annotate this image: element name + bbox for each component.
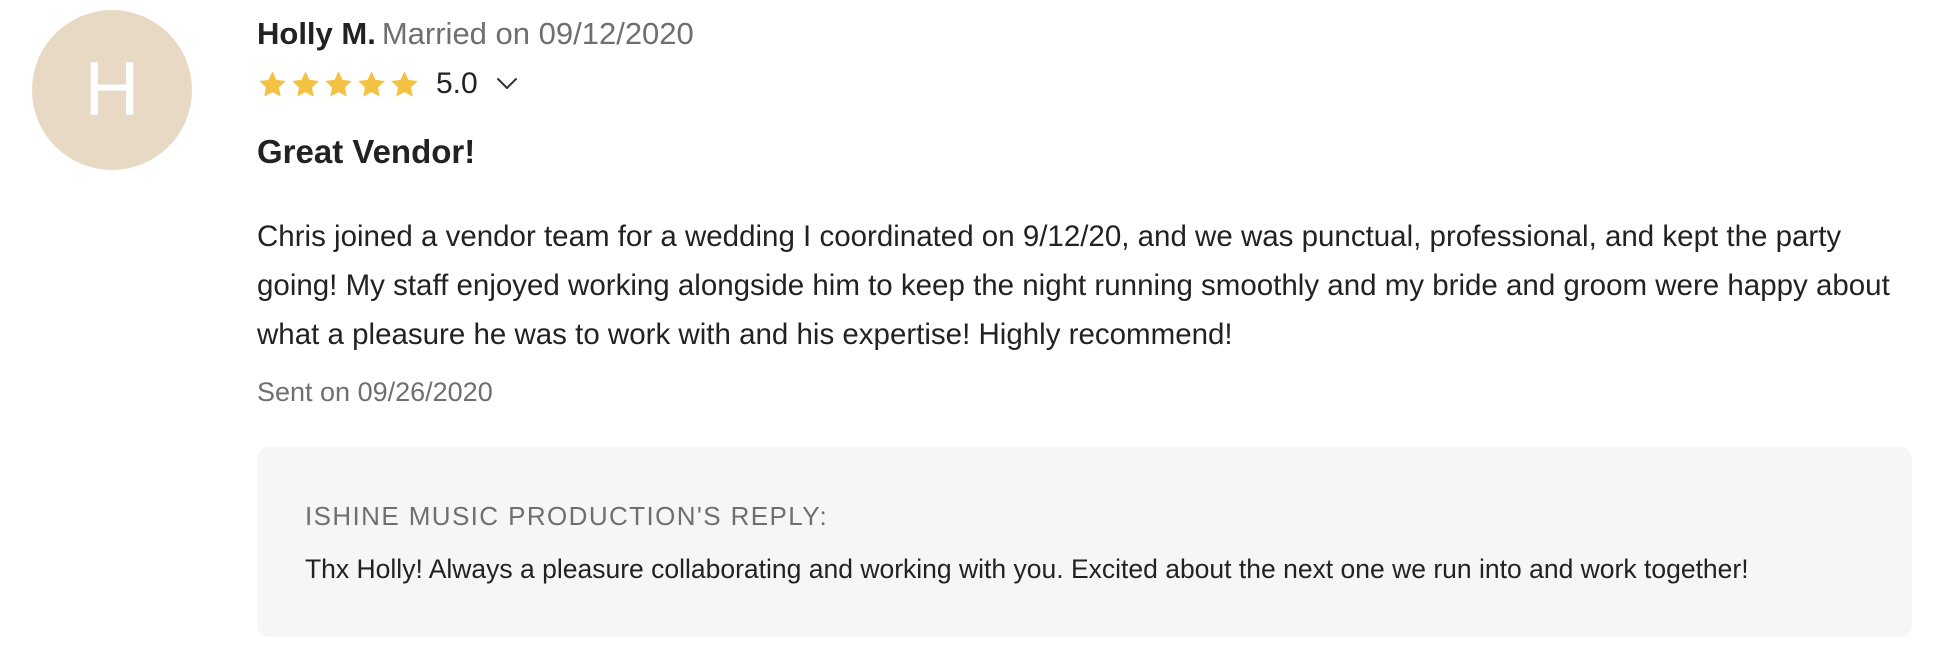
avatar: H bbox=[32, 10, 192, 170]
star-rating bbox=[257, 69, 420, 100]
married-date: Married on 09/12/2020 bbox=[381, 16, 694, 51]
sent-date: Sent on 09/26/2020 bbox=[257, 377, 493, 407]
star-icon bbox=[391, 70, 418, 97]
rating-row: 5.0 bbox=[257, 64, 518, 104]
star-icon bbox=[358, 70, 385, 97]
review-card: H Holly M. Married on 09/12/2020 5.0 Grea… bbox=[0, 0, 1952, 658]
star-icon bbox=[259, 70, 286, 97]
reply-heading: ISHINE MUSIC PRODUCTION'S REPLY: bbox=[305, 501, 829, 531]
star-icon bbox=[292, 70, 319, 97]
review-title: Great Vendor! bbox=[257, 133, 476, 170]
star-icon bbox=[325, 70, 352, 97]
chevron-down-icon[interactable] bbox=[496, 77, 518, 91]
reply-body: Thx Holly! Always a pleasure collaborati… bbox=[305, 554, 1749, 584]
reviewer-name: Holly M. bbox=[257, 16, 376, 51]
review-header: Holly M. Married on 09/12/2020 bbox=[257, 14, 694, 54]
vendor-reply: ISHINE MUSIC PRODUCTION'S REPLY: Thx Hol… bbox=[257, 447, 1912, 637]
review-body: Chris joined a vendor team for a wedding… bbox=[257, 220, 1890, 351]
rating-value: 5.0 bbox=[436, 67, 478, 100]
